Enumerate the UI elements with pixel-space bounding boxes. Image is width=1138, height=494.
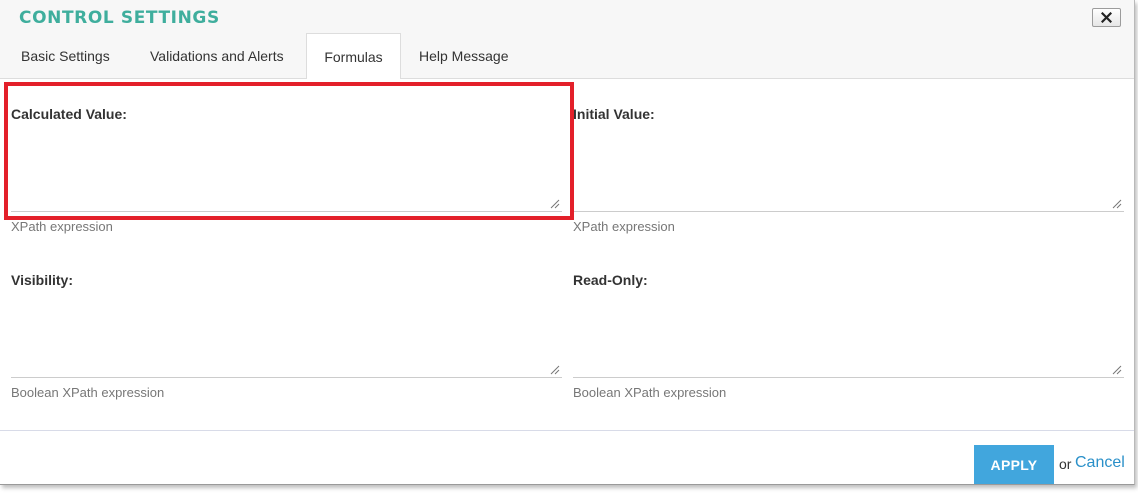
resize-grip-icon[interactable] [550, 365, 560, 375]
tab-basic-settings[interactable]: Basic Settings [21, 33, 110, 78]
visibility-hint: Boolean XPath expression [11, 385, 165, 400]
or-text: or [1059, 456, 1072, 472]
calculated-value-label: Calculated Value: [11, 106, 127, 122]
calculated-value-hint: XPath expression [11, 219, 113, 234]
close-x-icon [1101, 12, 1112, 23]
cancel-link[interactable]: Cancel [1075, 454, 1125, 472]
tab-validations-and-alerts[interactable]: Validations and Alerts [150, 33, 284, 78]
initial-value-hint: XPath expression [573, 219, 675, 234]
close-button[interactable] [1092, 8, 1121, 27]
resize-grip-icon[interactable] [1112, 199, 1122, 209]
resize-grip-icon[interactable] [550, 199, 560, 209]
dialog-footer: APPLY or Cancel [0, 430, 1134, 484]
dialog-titlebar: CONTROL SETTINGS [0, 0, 1134, 33]
read-only-label: Read-Only: [573, 272, 648, 288]
tab-bar: Basic Settings Validations and Alerts Fo… [0, 33, 1134, 79]
tab-help-message[interactable]: Help Message [419, 33, 509, 78]
visibility-field[interactable] [11, 319, 562, 378]
calculated-value-field[interactable] [11, 153, 562, 212]
control-settings-dialog: CONTROL SETTINGS Basic Settings Validati… [0, 0, 1135, 485]
resize-grip-icon[interactable] [1112, 365, 1122, 375]
read-only-field[interactable] [573, 319, 1124, 378]
apply-button[interactable]: APPLY [974, 445, 1054, 484]
visibility-label: Visibility: [11, 272, 73, 288]
initial-value-field[interactable] [573, 153, 1124, 212]
read-only-hint: Boolean XPath expression [573, 385, 727, 400]
initial-value-label: Initial Value: [573, 106, 655, 122]
tab-formulas[interactable]: Formulas [306, 33, 401, 79]
dialog-title: CONTROL SETTINGS [19, 8, 220, 28]
